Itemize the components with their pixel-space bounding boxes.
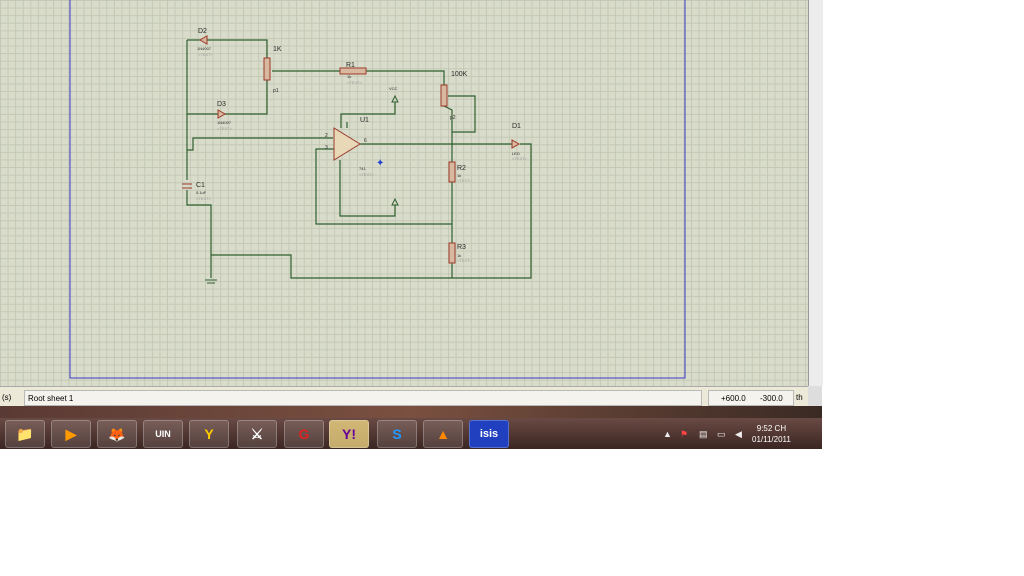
c1-ref: C1 bbox=[196, 182, 205, 189]
taskbar-security[interactable]: G bbox=[284, 420, 324, 448]
yahoo-icon: Y! bbox=[342, 426, 356, 442]
potentiometer-p2 bbox=[440, 84, 448, 107]
taskbar-skype[interactable]: S bbox=[377, 420, 417, 448]
taskbar-media-player[interactable]: ▶ bbox=[51, 420, 91, 448]
coordinates-box: +600.0 -300.0 bbox=[708, 390, 794, 406]
p1-ref: p1 bbox=[273, 88, 279, 94]
d2-ref: D2 bbox=[198, 28, 207, 35]
show-hidden-icons[interactable]: ▲ bbox=[663, 429, 672, 439]
p1-value: 1K bbox=[273, 46, 282, 53]
folder-icon: 📁 bbox=[16, 425, 34, 442]
taskbar-yahoo[interactable]: Y bbox=[189, 420, 229, 448]
text-placeholder: <TEXT> bbox=[359, 172, 375, 177]
pin-2: 2 bbox=[325, 133, 328, 139]
play-icon: ▶ bbox=[65, 425, 77, 442]
status-left: (s) bbox=[2, 393, 12, 402]
d3-ref: D3 bbox=[217, 101, 226, 108]
clock-date: 01/11/2011 bbox=[752, 435, 791, 444]
pin-6: 6 bbox=[364, 138, 367, 144]
pin-3: 3 bbox=[325, 145, 328, 151]
schematic: ✦ D2 1N4007 D3 1N4007 R1 1k p1 1K p2 100… bbox=[69, 0, 686, 379]
volume-icon[interactable]: ◀ bbox=[735, 429, 742, 440]
diode-d3 bbox=[217, 109, 227, 119]
desktop-background bbox=[0, 406, 822, 418]
clock[interactable]: 9:52 CH 01/11/2011 bbox=[752, 423, 791, 445]
flag-icon[interactable]: ⚑ bbox=[680, 429, 688, 440]
text-placeholder: <TEXT> bbox=[512, 156, 528, 161]
units: th bbox=[796, 393, 803, 402]
device-icon[interactable]: ▤ bbox=[699, 429, 708, 440]
text-placeholder: <TEXT> bbox=[457, 178, 473, 183]
sheet-name: Root sheet 1 bbox=[28, 394, 74, 403]
yahoo-icon: Y bbox=[204, 426, 214, 442]
taskbar-isis[interactable]: isis bbox=[469, 420, 509, 448]
taskbar: 📁 ▶ 🦊 UIN Y ⚔ G Y! S ▲ isis ▲ ⚑ ▤ ▭ ◀ 9:… bbox=[0, 418, 822, 449]
clock-time: 9:52 CH bbox=[756, 424, 787, 433]
x-coordinate: +600.0 bbox=[721, 394, 746, 403]
potentiometer-p1 bbox=[263, 57, 271, 81]
d2-value: 1N4007 bbox=[197, 46, 212, 51]
r1-ref: R1 bbox=[346, 62, 355, 69]
firefox-icon: 🦊 bbox=[108, 425, 126, 442]
text-placeholder: <TEXT> bbox=[196, 196, 212, 201]
r1-value: 1k bbox=[347, 74, 351, 79]
vertical-scrollbar[interactable] bbox=[808, 0, 823, 386]
status-bar: (s) Root sheet 1 +600.0 -300.0 th bbox=[0, 386, 808, 407]
unikey-icon: UIN bbox=[155, 429, 171, 439]
diode-d2 bbox=[198, 35, 208, 45]
d3-value: 1N4007 bbox=[217, 120, 232, 125]
taskbar-vlc[interactable]: ▲ bbox=[423, 420, 463, 448]
isis-icon: isis bbox=[479, 428, 499, 440]
u1-value: 741 bbox=[359, 166, 366, 171]
text-placeholder: <TEXT> bbox=[217, 126, 233, 131]
schematic-canvas[interactable]: ✦ D2 1N4007 D3 1N4007 R1 1k p1 1K p2 100… bbox=[0, 0, 808, 386]
sheet-frame bbox=[69, 0, 686, 379]
led-d1 bbox=[511, 139, 521, 149]
taskbar-firefox[interactable]: 🦊 bbox=[97, 420, 137, 448]
text-placeholder: <TEXT> bbox=[347, 80, 363, 85]
p2-ref: p2 bbox=[450, 115, 456, 121]
cursor-marker: ✦ bbox=[376, 158, 384, 169]
text-placeholder: <TEXT> bbox=[457, 258, 473, 263]
p2-value: 100K bbox=[451, 71, 468, 78]
taskbar-unikey[interactable]: UIN bbox=[143, 420, 183, 448]
r3-ref: R3 bbox=[457, 244, 466, 251]
helmet-icon: ⚔ bbox=[250, 425, 264, 442]
r2-ref: R2 bbox=[457, 165, 466, 172]
taskbar-yahoo-active[interactable]: Y! bbox=[329, 420, 369, 448]
resistor-r2 bbox=[448, 161, 456, 183]
shield-icon: G bbox=[298, 426, 310, 442]
taskbar-explorer[interactable]: 📁 bbox=[5, 420, 45, 448]
skype-icon: S bbox=[392, 426, 402, 442]
vlc-icon: ▲ bbox=[436, 426, 450, 442]
network-icon[interactable]: ▭ bbox=[717, 429, 726, 440]
opamp-u1 bbox=[333, 127, 361, 161]
sheet-box: Root sheet 1 bbox=[24, 390, 702, 406]
taskbar-game[interactable]: ⚔ bbox=[237, 420, 277, 448]
d1-ref: D1 bbox=[512, 123, 521, 130]
c1-value: 0.1uF bbox=[196, 190, 207, 195]
wires bbox=[186, 39, 532, 279]
u1-ref: U1 bbox=[360, 117, 369, 124]
vcc-label: VCC bbox=[389, 86, 398, 91]
y-coordinate: -300.0 bbox=[760, 394, 783, 403]
text-placeholder: <TEXT> bbox=[198, 52, 214, 57]
resistor-r3 bbox=[448, 242, 456, 264]
